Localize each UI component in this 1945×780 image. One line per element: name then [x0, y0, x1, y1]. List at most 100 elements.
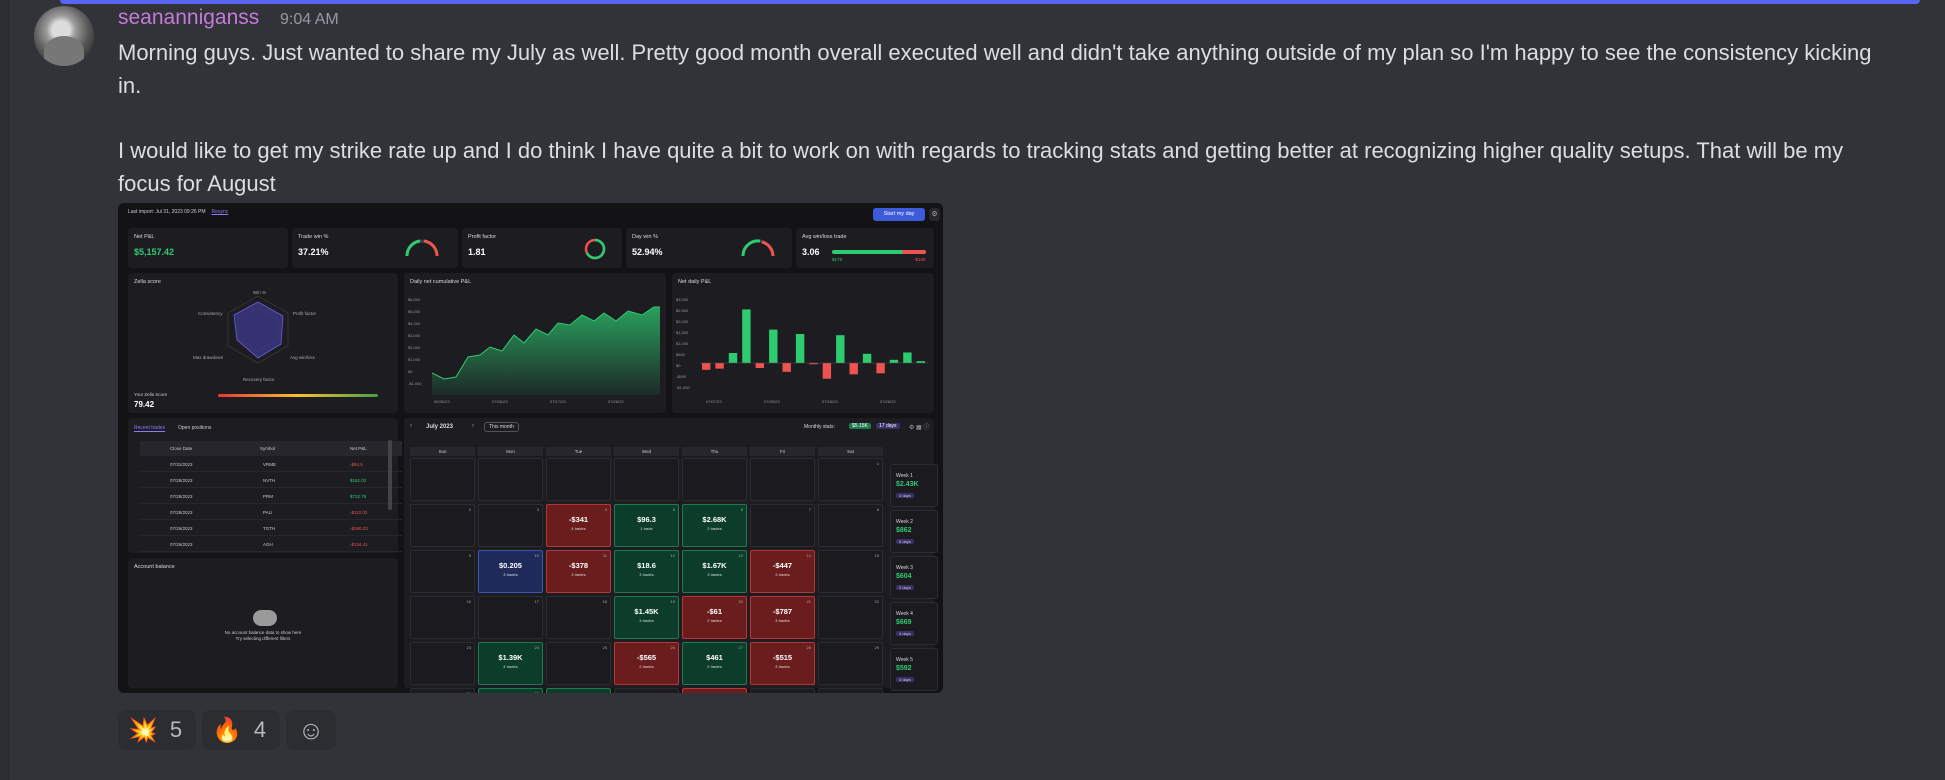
table-row: 07/28/2023 NVTH $162.02 — [140, 473, 402, 488]
trade-net-pnl: -$112.02 — [350, 510, 368, 515]
calendar-day-cell: 26 -$565 2 trades — [614, 642, 679, 685]
calendar-day-cell: 2 — [410, 504, 475, 547]
day-number: 28 — [806, 645, 811, 650]
trade-symbol: NVTH — [263, 478, 276, 483]
settings-icon: ⚙ — [929, 208, 940, 221]
x-tick-label: 07/18/23 — [822, 399, 838, 404]
day-number: 27 — [738, 645, 743, 650]
zella-axis-recovery: Recovery factor — [243, 377, 275, 382]
calendar-day-cell: 6 $2.68K 2 trades — [682, 504, 747, 547]
day-pnl: -$565 — [636, 653, 657, 662]
day-number: 10 — [534, 553, 539, 558]
cumulative-pnl-panel: Daily net cumulative P&L $6,000 $5,000 $4,… — [404, 273, 666, 413]
calendar-day-cell: 8 — [818, 504, 883, 547]
zella-score-gauge — [218, 394, 378, 397]
calendar-day-cell — [818, 688, 883, 693]
y-tick-label: $3,000 — [676, 297, 689, 302]
week-summary: Week 5 $592 3 days — [890, 648, 938, 691]
day-trades: 3 trades — [775, 572, 790, 577]
trade-net-pnl: -$380.23 — [350, 526, 368, 531]
table-row: 07/31/2023 VRME -$94.5 — [140, 457, 402, 472]
x-tick-label: 07/07/23 — [706, 399, 722, 404]
y-tick-label: -$500 — [676, 374, 687, 379]
stat-net-pnl: Net P&L $5,157.42 — [128, 228, 288, 268]
calendar-day-cell: 11 -$378 3 trades — [546, 550, 611, 593]
day-number: 30 — [467, 691, 471, 693]
week-value: $592 — [896, 665, 912, 672]
calendar-day-cell: 25 — [546, 642, 611, 685]
daily-pnl-bar — [755, 363, 764, 368]
week-days: 3 days — [896, 585, 914, 590]
day-number: 2 — [468, 507, 471, 512]
balance-empty-hint: Try selecting different filters — [235, 636, 291, 641]
day-trades: 3 trades — [503, 572, 518, 577]
calendar-day-cell: 29 — [818, 642, 883, 685]
calendar-day-cell: 24 $1.39K 4 trades — [478, 642, 543, 685]
calendar-month: July 2023 — [426, 424, 454, 430]
trade-symbol: PRM — [263, 494, 273, 499]
new-messages-bar[interactable] — [60, 0, 1920, 4]
trade-close-date: 07/28/2023 — [170, 494, 193, 499]
trade-net-pnl: $162.02 — [350, 478, 367, 483]
day-pnl: $1.67K — [702, 561, 727, 570]
y-tick-label: $4,000 — [408, 321, 421, 326]
zella-score-label: Your Zella Score — [134, 392, 168, 397]
attached-image-dashboard[interactable]: Last import: Jul 31, 2023 09:26 PM Resync… — [118, 203, 943, 693]
day-pnl: -$341 — [568, 515, 589, 524]
avg-win-loss-bar — [832, 250, 926, 254]
day-number: 21 — [806, 599, 811, 604]
calendar-day-cell: 12 $18.6 3 trades — [614, 550, 679, 593]
daily-pnl-bar — [889, 359, 899, 363]
user-avatar[interactable] — [34, 6, 94, 66]
username[interactable]: seananniganss — [118, 6, 259, 30]
calendar-day-cell: 17 — [478, 596, 543, 639]
week-days: 3 days — [896, 493, 914, 498]
balance-empty-text: No account balance data to show here — [224, 630, 302, 635]
stat-trade-win: Trade win % 37.21% — [292, 228, 458, 268]
day-number: 14 — [806, 553, 811, 558]
next-month-icon: › — [472, 423, 474, 429]
zella-axis-drawdown: Max drawdown — [193, 355, 224, 360]
week-value: $862 — [896, 527, 912, 534]
day-number: 25 — [602, 645, 607, 650]
x-tick-label: 07/26/23 — [608, 399, 624, 404]
y-tick-label: -$1,000 — [408, 381, 422, 386]
calendar-day-cell: 16 — [410, 596, 475, 639]
week-days: 5 days — [896, 539, 914, 544]
calendar-day-cell — [410, 458, 475, 501]
weekday-header: Sat — [818, 447, 883, 456]
trade-close-date: 07/31/2023 — [170, 462, 193, 467]
day-pnl: $18.6 — [637, 561, 656, 570]
week-summary: Week 3 $604 3 days — [890, 556, 938, 599]
daily-pnl-bar — [715, 363, 724, 369]
day-pnl: $1.39K — [498, 653, 523, 662]
week-label: Week 3 — [896, 565, 913, 571]
start-my-day-button: Start my day — [873, 208, 925, 221]
calendar-day-cell: 5 $96.3 1 trade — [614, 504, 679, 547]
day-pnl: -$378 — [568, 561, 589, 570]
add-reaction-button[interactable]: ☺ — [286, 710, 336, 750]
trade-symbol: TGTH — [263, 526, 276, 531]
trade-close-date: 07/26/2023 — [170, 526, 193, 531]
day-number: 7 — [808, 507, 811, 512]
message-timestamp: 9:04 AM — [280, 11, 339, 28]
trade-close-date: 07/26/2023 — [170, 542, 193, 547]
day-trades: 2 trades — [639, 664, 654, 669]
day-pnl: -$787 — [772, 607, 793, 616]
calendar-day-cell: 30 — [410, 688, 475, 693]
tab-recent-trades: Recent trades — [134, 425, 166, 432]
daily-pnl-bar — [903, 352, 912, 363]
y-tick-label: $2,000 — [408, 345, 421, 350]
reaction-collision[interactable]: 💥 5 — [118, 710, 196, 750]
day-number: 19 — [670, 599, 675, 604]
avg-win: $179 — [832, 257, 843, 262]
week-days: 3 days — [896, 677, 914, 682]
week-days: 4 days — [896, 631, 914, 636]
y-tick-label: $2,500 — [676, 308, 689, 313]
reaction-fire[interactable]: 🔥 4 — [202, 710, 280, 750]
day-trades: 2 trades — [707, 526, 722, 531]
day-number: 9 — [468, 553, 471, 558]
y-tick-label: $3,000 — [408, 333, 421, 338]
zella-radar-chart — [227, 295, 289, 364]
calendar-panel: ‹ July 2023 › This month Monthly stats: … — [404, 418, 938, 693]
